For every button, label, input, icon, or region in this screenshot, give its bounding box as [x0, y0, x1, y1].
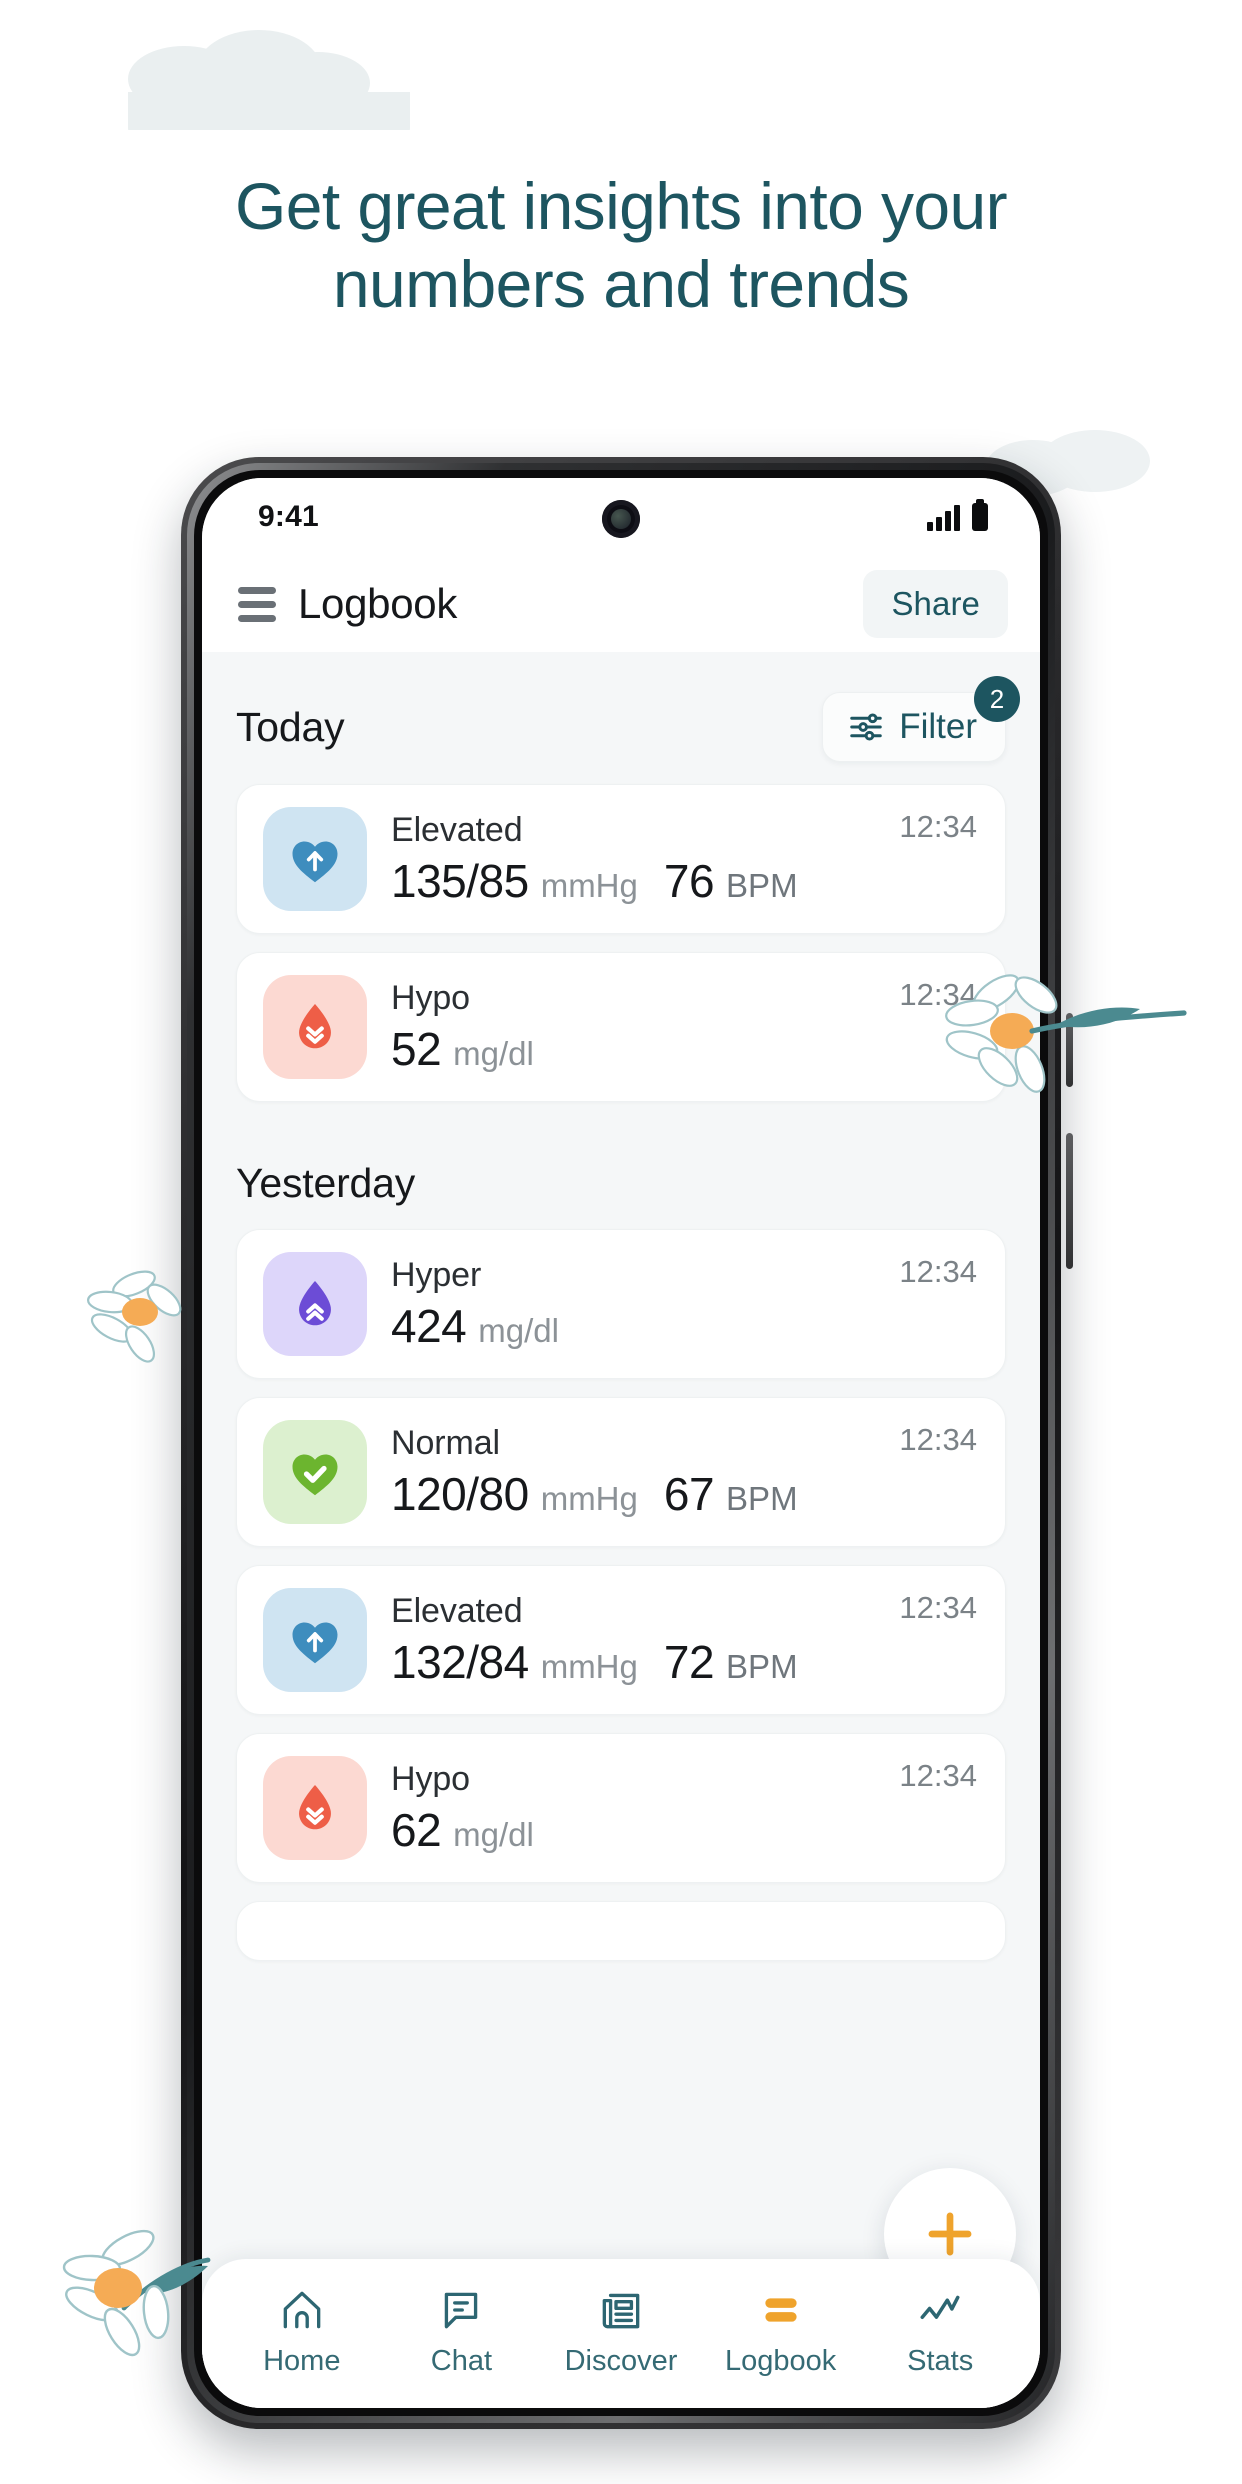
- entry-primary-unit: mmHg: [540, 1647, 638, 1685]
- battery-full-icon: [972, 499, 988, 531]
- nav-item-logbook[interactable]: Logbook: [706, 2285, 856, 2378]
- nav-item-discover[interactable]: Discover: [546, 2285, 696, 2378]
- entry-secondary-unit: BPM: [726, 866, 798, 904]
- logbook-entry-row[interactable]: Hypo 62 mg/dl 12:34: [236, 1733, 1006, 1883]
- entry-primary-unit: mg/dl: [453, 1815, 534, 1853]
- logbook-entry-row[interactable]: Normal 120/80 mmHg 67 BPM 12:34: [236, 1397, 1006, 1547]
- signal-bars-icon: [927, 505, 960, 531]
- phone-mockup: 9:41 Logbook Share Today Filter 2 Elevat…: [173, 443, 1073, 2435]
- entry-label: Hypo: [391, 1759, 470, 1798]
- home-icon: [283, 2291, 321, 2329]
- entry-primary-unit: mg/dl: [478, 1311, 559, 1349]
- heart-arrow-up-icon: [292, 1622, 338, 1664]
- page-title: Logbook: [298, 580, 458, 627]
- entry-primary-value: 120/80: [391, 1467, 529, 1520]
- entry-icon-tile: [263, 807, 367, 911]
- entry-icon-tile: [263, 1252, 367, 1356]
- status-time: 9:41: [258, 500, 319, 533]
- chat-bubble-icon: [445, 2292, 478, 2329]
- entry-time: 12:34: [899, 1422, 977, 1457]
- entry-secondary-unit: BPM: [726, 1479, 798, 1517]
- blood-drop-chevrons-up-icon: [299, 1281, 331, 1326]
- front-camera-punch-hole: [602, 500, 640, 538]
- app-header: Logbook Share: [202, 556, 1040, 652]
- entry-secondary-unit: BPM: [726, 1647, 798, 1685]
- bottom-navigation: Home Chat Discover Logbook Stats: [202, 2259, 1040, 2408]
- nav-label: Chat: [430, 2345, 493, 2377]
- entry-primary-value: 424: [391, 1299, 467, 1352]
- logbook-bars-icon: [764, 2298, 797, 2322]
- plus-icon: [928, 2212, 972, 2256]
- hamburger-menu-icon[interactable]: [238, 586, 276, 622]
- phone-side-button-power: [1066, 1133, 1073, 1269]
- nav-item-chat[interactable]: Chat: [386, 2285, 536, 2378]
- newspaper-icon: [602, 2293, 640, 2329]
- entry-time: 12:34: [899, 809, 977, 844]
- filter-badge-count: 2: [974, 676, 1020, 722]
- logbook-entry-row[interactable]: Hyper 424 mg/dl 12:34: [236, 1229, 1006, 1379]
- phone-side-button-volume: [1066, 1013, 1073, 1087]
- entry-icon-tile: [263, 1420, 367, 1524]
- blood-drop-chevrons-down-icon: [299, 1785, 331, 1830]
- section-header-today: Today Filter 2: [202, 652, 1040, 784]
- logbook-entry-row[interactable]: Elevated 135/85 mmHg 76 BPM 12:34: [236, 784, 1006, 934]
- entry-primary-unit: mg/dl: [453, 1034, 534, 1072]
- entry-icon-tile: [263, 1588, 367, 1692]
- section-header-yesterday: Yesterday: [202, 1120, 1040, 1229]
- entry-icon-tile: [263, 1756, 367, 1860]
- nav-label: Home: [263, 2345, 341, 2377]
- headline-line-2: numbers and trends: [332, 246, 910, 321]
- filter-label: Filter: [899, 707, 977, 746]
- heart-arrow-up-icon: [292, 841, 338, 883]
- entry-time: 12:34: [899, 1590, 977, 1625]
- headline-line-1: Get great insights into your: [235, 169, 1008, 243]
- section-title: Today: [236, 703, 345, 750]
- line-chart-icon: [920, 2295, 960, 2320]
- nav-label: Stats: [907, 2345, 974, 2377]
- nav-label: Logbook: [724, 2345, 837, 2377]
- entry-time: 12:34: [899, 1254, 977, 1289]
- blood-drop-chevrons-down-icon: [299, 1004, 331, 1049]
- logbook-entry-row[interactable]: [236, 1901, 1006, 1961]
- logbook-list[interactable]: Today Filter 2 Elevated 135/85 mmHg 76 B…: [202, 652, 1040, 2408]
- entry-time: 12:34: [899, 977, 977, 1012]
- nav-item-home[interactable]: Home: [227, 2285, 377, 2378]
- entry-label: Elevated: [391, 810, 523, 849]
- entry-icon-tile: [263, 975, 367, 1079]
- promo-headline: Get great insights into your numbers and…: [0, 168, 1242, 324]
- status-bar: 9:41: [202, 478, 1040, 556]
- section-title: Yesterday: [236, 1160, 416, 1206]
- heart-check-icon: [292, 1454, 338, 1496]
- entry-secondary-value: 72: [663, 1635, 715, 1688]
- nav-item-stats[interactable]: Stats: [865, 2285, 1015, 2378]
- phone-screen: 9:41 Logbook Share Today Filter 2 Elevat…: [202, 478, 1040, 2408]
- entry-label: Elevated: [391, 1591, 523, 1630]
- logbook-entry-row[interactable]: Hypo 52 mg/dl 12:34: [236, 952, 1006, 1102]
- logbook-entry-row[interactable]: Elevated 132/84 mmHg 72 BPM 12:34: [236, 1565, 1006, 1715]
- entry-primary-value: 132/84: [391, 1635, 529, 1688]
- entry-secondary-value: 76: [663, 854, 715, 907]
- entry-label: Normal: [391, 1423, 500, 1462]
- entry-primary-value: 62: [391, 1803, 442, 1856]
- entry-label: Hypo: [391, 978, 470, 1017]
- entry-primary-unit: mmHg: [540, 1479, 638, 1517]
- entry-primary-unit: mmHg: [540, 866, 638, 904]
- nav-label: Discover: [564, 2345, 678, 2377]
- entry-time: 12:34: [899, 1758, 977, 1793]
- entry-secondary-value: 67: [663, 1467, 715, 1520]
- share-button[interactable]: Share: [863, 570, 1008, 638]
- sliders-icon: [850, 713, 882, 741]
- entry-primary-value: 135/85: [391, 854, 529, 907]
- entry-primary-value: 52: [391, 1022, 442, 1075]
- entry-label: Hyper: [391, 1255, 482, 1294]
- promo-screenshot: Get great insights into your numbers and…: [0, 0, 1242, 2484]
